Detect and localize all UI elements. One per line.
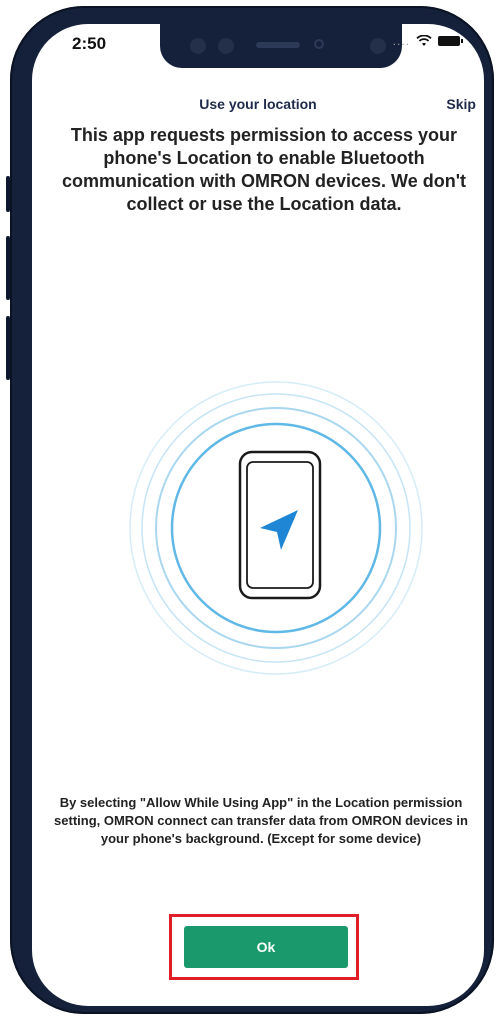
phone-location-icon bbox=[129, 381, 423, 675]
battery-icon bbox=[438, 36, 463, 46]
wifi-icon bbox=[416, 35, 432, 46]
signal-icon: .... bbox=[392, 34, 410, 48]
page-title: Use your location bbox=[199, 96, 317, 112]
status-time: 2:50 bbox=[72, 34, 107, 53]
permission-message: This app requests permission to access y… bbox=[62, 125, 466, 214]
front-camera-icon bbox=[370, 38, 386, 54]
phone-frame: 2:50 .... Use your location Skip This ap… bbox=[6, 6, 494, 1014]
mute-switch bbox=[6, 176, 10, 212]
status-icons: .... bbox=[392, 34, 463, 48]
proximity-sensor-icon bbox=[314, 39, 324, 49]
app-screen: 2:50 .... Use your location Skip This ap… bbox=[32, 24, 484, 1006]
volume-up-button bbox=[6, 236, 10, 300]
speaker-grille bbox=[256, 42, 300, 48]
ok-button[interactable]: Ok bbox=[184, 926, 348, 968]
skip-button[interactable]: Skip bbox=[446, 96, 476, 112]
camera-icon bbox=[190, 38, 206, 54]
background-transfer-note: By selecting "Allow While Using App" in … bbox=[54, 795, 468, 846]
volume-down-button bbox=[6, 316, 10, 380]
notch bbox=[160, 24, 402, 68]
sensor-icon bbox=[218, 38, 234, 54]
